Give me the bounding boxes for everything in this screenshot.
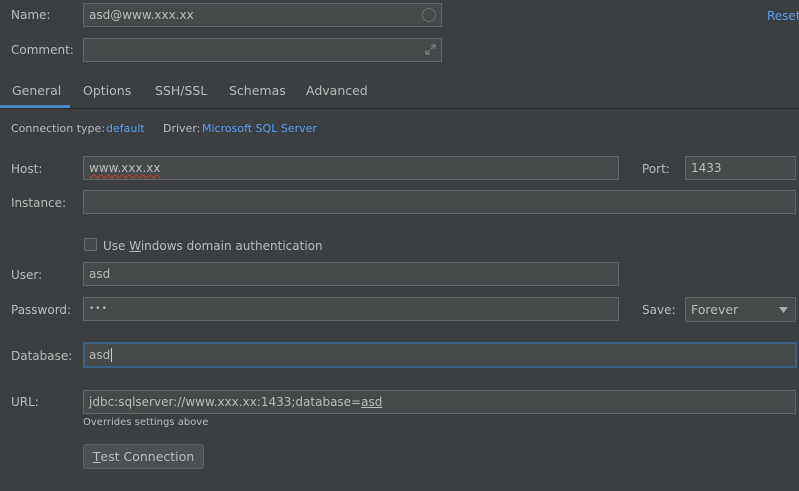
tab-options[interactable]: Options [83, 76, 131, 107]
save-select[interactable]: Forever [685, 297, 796, 322]
tab-schemas[interactable]: Schemas [229, 76, 286, 107]
comment-label: Comment: [11, 43, 74, 57]
host-input[interactable]: www.xxx.xx [83, 156, 619, 180]
password-label: Password: [11, 303, 72, 317]
user-input[interactable]: asd [83, 262, 619, 286]
name-value: asd@www.xxx.xx [89, 8, 194, 22]
tab-ssh-ssl[interactable]: SSH/SSL [155, 76, 207, 107]
clear-circle-icon[interactable] [422, 8, 436, 22]
port-value: 1433 [691, 161, 722, 175]
user-value: asd [89, 267, 111, 281]
save-label: Save: [642, 303, 676, 317]
instance-input[interactable] [83, 190, 796, 214]
tab-bar: General Options SSH/SSL Schemas Advanced [0, 76, 799, 109]
chevron-down-icon [779, 307, 788, 313]
url-value-database: asd [361, 395, 383, 409]
url-hint: Overrides settings above [83, 417, 209, 428]
database-label: Database: [11, 349, 73, 363]
url-label: URL: [11, 395, 39, 409]
comment-input[interactable] [83, 38, 442, 62]
host-value: www.xxx.xx [89, 161, 161, 175]
name-label: Name: [11, 8, 51, 22]
tab-general[interactable]: General [12, 76, 61, 107]
connection-type-label: Connection type: [11, 122, 106, 135]
host-label: Host: [11, 162, 43, 176]
user-label: User: [11, 268, 43, 282]
driver-link[interactable]: Microsoft SQL Server [202, 122, 317, 135]
reset-link[interactable]: Reset [767, 9, 799, 23]
windows-auth-checkbox[interactable] [84, 238, 97, 251]
name-input[interactable]: asd@www.xxx.xx [83, 3, 442, 27]
windows-auth-label[interactable]: Use Windows domain authentication [103, 239, 323, 253]
database-input[interactable]: asd [83, 342, 797, 368]
driver-label: Driver: [163, 122, 201, 135]
active-tab-indicator [0, 105, 70, 108]
data-source-dialog: Name: asd@www.xxx.xx Reset Comment: Gene… [0, 0, 799, 491]
port-label: Port: [642, 162, 670, 176]
url-input[interactable]: jdbc:sqlserver://www.xxx.xx:1433;databas… [83, 390, 796, 414]
url-value-prefix: jdbc:sqlserver://www.xxx.xx:1433;databas… [89, 395, 362, 409]
database-value: asd [89, 348, 111, 362]
tab-advanced[interactable]: Advanced [306, 76, 368, 107]
connection-type-link[interactable]: default [106, 122, 145, 135]
password-value: ••• [89, 304, 108, 314]
password-input[interactable]: ••• [83, 297, 619, 321]
save-value: Forever [691, 302, 739, 317]
port-input[interactable]: 1433 [685, 156, 796, 180]
text-cursor [111, 348, 113, 362]
expand-icon[interactable] [424, 43, 437, 56]
instance-label: Instance: [11, 196, 67, 210]
test-connection-button[interactable]: Test Connection [83, 444, 204, 469]
